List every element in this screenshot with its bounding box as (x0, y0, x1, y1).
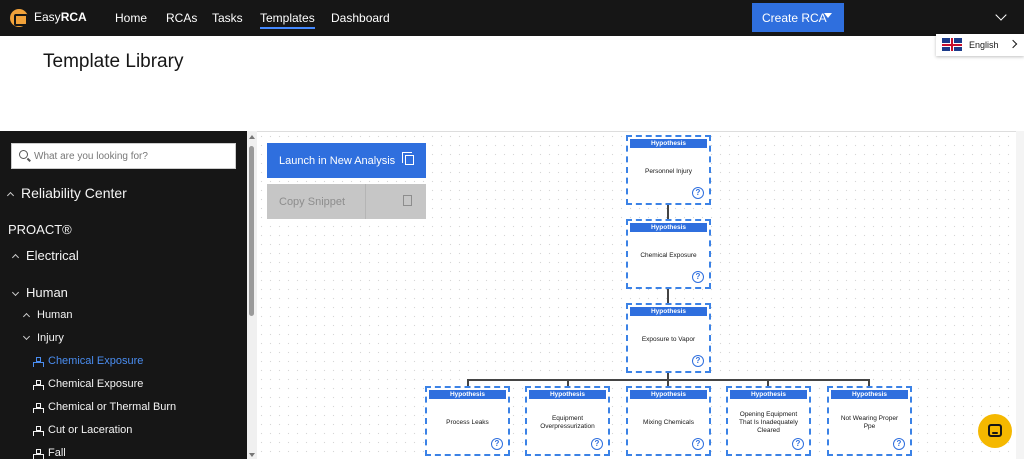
tree-item-label: PROACT® (8, 222, 72, 237)
chevron-up-icon (22, 312, 31, 320)
tree-item-label: Chemical Exposure (48, 355, 144, 367)
template-sidebar: Reliability Center PROACT® Electrical Hu… (0, 131, 247, 459)
help-icon[interactable]: ? (491, 438, 503, 450)
hypothesis-node[interactable]: Hypothesis Opening Equipment That Is Ina… (726, 386, 811, 456)
search-box (11, 143, 236, 169)
node-text: Exposure to Vapor (641, 336, 696, 343)
create-rca-button[interactable]: Create RCA (752, 3, 844, 32)
node-text: Process Leaks (446, 419, 489, 426)
tree-item-chemical-exposure-selected[interactable]: Chemical Exposure (33, 355, 143, 367)
hypothesis-node[interactable]: Hypothesis Process Leaks ? (425, 386, 510, 456)
launch-new-analysis-button[interactable]: Launch in New Analysis (267, 143, 426, 178)
brand-suffix: RCA (60, 10, 87, 24)
help-icon[interactable]: ? (692, 438, 704, 450)
hypothesis-node[interactable]: Hypothesis Exposure to Vapor ? (626, 303, 711, 373)
copy-snippet-label: Copy Snippet (279, 195, 346, 208)
chevron-down-icon (22, 333, 31, 341)
top-nav: EasyRCA Home RCAs Tasks Templates Dashbo… (0, 0, 1024, 36)
hierarchy-icon (33, 425, 44, 436)
uk-flag-icon (942, 38, 962, 51)
brand-name[interactable]: EasyRCA (34, 10, 87, 24)
nav-rcas[interactable]: RCAs (166, 11, 197, 25)
create-rca-label: Create RCA (762, 10, 827, 25)
canvas-scrollbar[interactable] (1016, 131, 1024, 459)
help-icon[interactable]: ? (692, 187, 704, 199)
scroll-up-icon[interactable] (249, 135, 255, 139)
hypothesis-node[interactable]: Hypothesis Mixing Chemicals ? (626, 386, 711, 456)
help-icon[interactable]: ? (692, 271, 704, 283)
copy-snippet-button[interactable]: Copy Snippet (267, 184, 426, 219)
tree-item-label: Chemical or Thermal Burn (48, 401, 177, 413)
nav-tasks[interactable]: Tasks (212, 11, 243, 25)
hypothesis-node[interactable]: Hypothesis Chemical Exposure ? (626, 219, 711, 289)
tree-item-label: Reliability Center (21, 185, 127, 201)
node-header: Hypothesis (630, 390, 707, 399)
node-header: Hypothesis (831, 390, 908, 399)
help-icon[interactable]: ? (792, 438, 804, 450)
node-header: Hypothesis (630, 139, 707, 148)
node-header: Hypothesis (630, 223, 707, 232)
hierarchy-icon (33, 402, 44, 413)
tree-item-label: Human (26, 285, 68, 300)
tree-item-label: Fall (48, 447, 66, 459)
scroll-down-icon[interactable] (249, 453, 255, 457)
copy-icon (402, 152, 414, 165)
tree-item-label: Injury (37, 332, 64, 344)
hierarchy-icon (33, 379, 44, 390)
help-icon[interactable]: ? (591, 438, 603, 450)
page-title: Template Library (43, 51, 184, 72)
node-text: Personnel Injury (645, 168, 692, 175)
tree-item-label: Electrical (26, 248, 79, 263)
tree-item-label: Chemical Exposure (48, 378, 144, 390)
clipboard-icon (403, 195, 412, 206)
nav-home[interactable]: Home (115, 11, 147, 25)
node-header: Hypothesis (630, 307, 707, 316)
hypothesis-node[interactable]: Hypothesis Not Wearing Proper Ppe ? (827, 386, 912, 456)
search-icon (19, 150, 28, 159)
tree-item-electrical[interactable]: Electrical (11, 248, 79, 263)
node-header: Hypothesis (529, 390, 606, 399)
hierarchy-icon (33, 448, 44, 459)
tree-item-chemical-thermal-burn[interactable]: Chemical or Thermal Burn (33, 401, 176, 413)
brand-prefix: Easy (34, 10, 61, 24)
tree-item-proact[interactable]: PROACT® (8, 222, 72, 237)
tree-item-fall[interactable]: Fall (33, 447, 66, 459)
caret-down-icon (824, 13, 832, 18)
nav-dashboard[interactable]: Dashboard (331, 11, 390, 25)
sidebar-scroll-thumb[interactable] (249, 146, 254, 316)
node-header: Hypothesis (730, 390, 807, 399)
chevron-up-icon (6, 191, 15, 199)
node-text: Opening Equipment That Is Inadequately C… (739, 411, 798, 434)
tree-item-injury[interactable]: Injury (22, 332, 64, 344)
node-header: Hypothesis (429, 390, 506, 399)
chat-support-button[interactable] (978, 414, 1012, 448)
tree-item-chemical-exposure[interactable]: Chemical Exposure (33, 378, 143, 390)
chat-icon (988, 424, 1002, 437)
nav-templates[interactable]: Templates (260, 11, 315, 29)
language-label: English (969, 40, 999, 50)
tree-item-reliability-center[interactable]: Reliability Center (6, 185, 127, 201)
hypothesis-node[interactable]: Hypothesis Equipment Overpressurization … (525, 386, 610, 456)
tree-item-human[interactable]: Human (11, 285, 68, 300)
node-text: Chemical Exposure (640, 252, 697, 259)
hypothesis-node[interactable]: Hypothesis Personnel Injury ? (626, 135, 711, 205)
help-icon[interactable]: ? (692, 355, 704, 367)
tree-item-cut-laceration[interactable]: Cut or Laceration (33, 424, 132, 436)
node-text: Not Wearing Proper Ppe (840, 415, 899, 430)
tree-item-human-sub[interactable]: Human (22, 309, 73, 321)
node-text: Equipment Overpressurization (540, 415, 595, 430)
launch-label: Launch in New Analysis (279, 154, 396, 167)
node-text: Mixing Chemicals (643, 419, 694, 426)
chevron-up-icon (11, 254, 20, 262)
help-icon[interactable]: ? (893, 438, 905, 450)
tree-item-label: Cut or Laceration (48, 424, 133, 436)
chevron-down-icon[interactable] (995, 9, 1007, 21)
easyrca-logo-icon[interactable] (10, 9, 28, 27)
search-input[interactable] (34, 147, 229, 165)
tree-item-label: Human (37, 309, 73, 321)
chevron-down-icon (11, 288, 20, 296)
hierarchy-icon (33, 356, 44, 367)
button-divider (365, 184, 366, 219)
